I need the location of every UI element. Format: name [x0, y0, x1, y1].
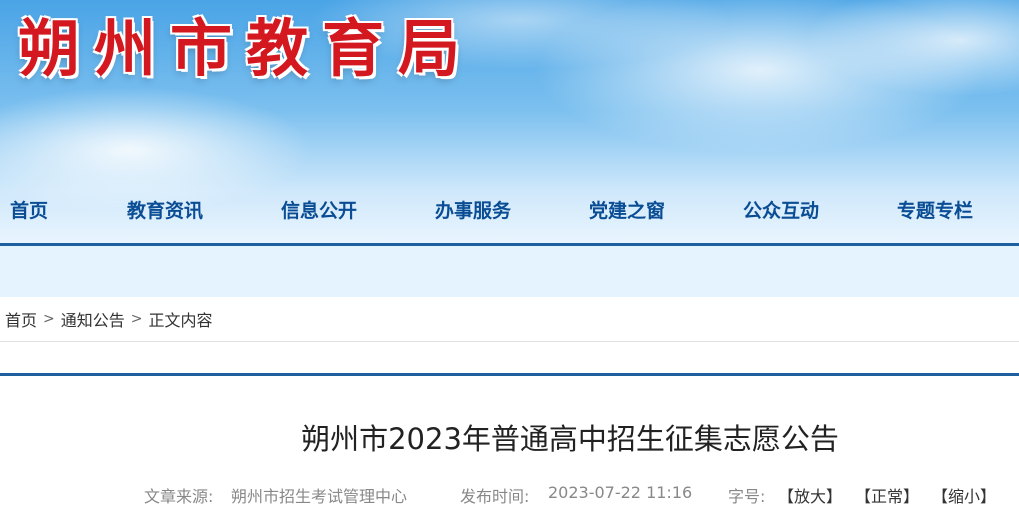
nav-item-education-news[interactable]: 教育资讯 — [127, 185, 203, 241]
font-larger-button[interactable]: 【放大】 — [778, 483, 842, 507]
source-value: 朔州市招生考试管理中心 — [231, 487, 408, 506]
source-label: 文章来源: — [144, 487, 214, 506]
content-divider — [0, 373, 1019, 376]
article-meta: 文章来源: 朔州市招生考试管理中心 发布时间: 2023-07-22 11:16… — [0, 483, 1019, 509]
breadcrumb-current: 正文内容 — [148, 311, 213, 330]
nav-item-services[interactable]: 办事服务 — [435, 185, 511, 241]
breadcrumb: 首页 > 通知公告 > 正文内容 — [0, 297, 1019, 342]
article-title: 朔州市2023年普通高中招生征集志愿公告 — [301, 422, 839, 456]
font-smaller-button[interactable]: 【缩小】 — [932, 483, 996, 507]
nav-item-party-window[interactable]: 党建之窗 — [589, 185, 665, 241]
breadcrumb-separator: > — [43, 311, 55, 327]
sub-banner-band — [0, 246, 1019, 297]
site-title: 朔州市教育局 — [18, 12, 475, 85]
breadcrumb-section-link[interactable]: 通知公告 — [61, 307, 125, 331]
nav-item-home[interactable]: 首页 — [10, 185, 48, 241]
font-normal-button[interactable]: 【正常】 — [855, 483, 919, 507]
nav-item-info-disclosure[interactable]: 信息公开 — [281, 185, 357, 241]
nav-item-special-topics[interactable]: 专题专栏 — [897, 185, 973, 241]
publish-label: 发布时间: — [460, 487, 530, 506]
publish-value: 2023-07-22 11:16 — [548, 483, 693, 502]
nav-item-public-interaction[interactable]: 公众互动 — [743, 185, 819, 241]
breadcrumb-home-link[interactable]: 首页 — [5, 307, 37, 331]
main-nav: 首页 教育资讯 信息公开 办事服务 党建之窗 公众互动 专题专栏 — [0, 185, 1019, 241]
font-size-label: 字号: — [728, 487, 766, 506]
breadcrumb-separator: > — [130, 311, 143, 327]
